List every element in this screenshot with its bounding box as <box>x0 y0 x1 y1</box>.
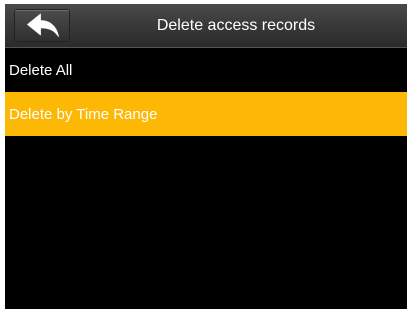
menu-item-delete-by-time-range[interactable]: Delete by Time Range <box>5 92 407 136</box>
menu-list: Delete All Delete by Time Range <box>5 48 407 136</box>
back-arrow-icon <box>27 13 59 37</box>
title-bar: Delete access records <box>5 4 407 48</box>
device-screen: Delete access records Delete All Delete … <box>5 4 407 309</box>
menu-item-delete-all[interactable]: Delete All <box>5 48 407 92</box>
back-button[interactable] <box>15 10 69 41</box>
page-title: Delete access records <box>156 17 316 34</box>
